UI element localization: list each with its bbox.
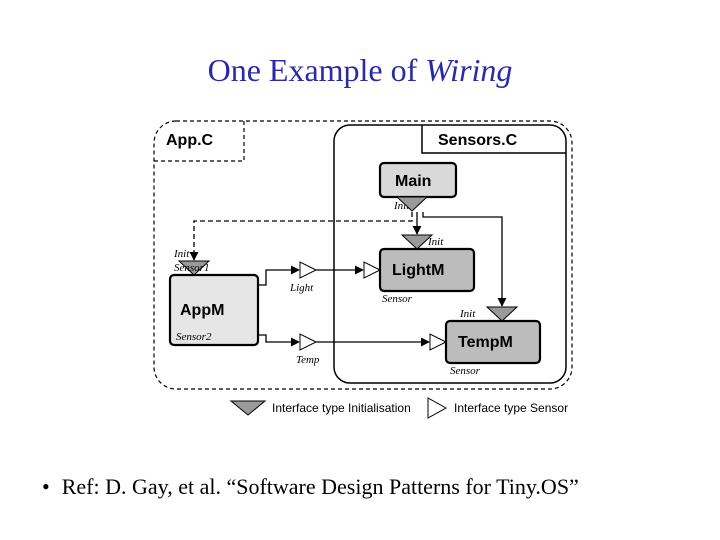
lightm-sensor-label: Sensor [382, 293, 413, 305]
triangle-init-icon [487, 307, 517, 321]
temp-label: Temp [296, 354, 320, 366]
tempm-label: TempM [458, 334, 513, 351]
appc-label: App.C [166, 132, 214, 149]
main-label: Main [395, 173, 431, 190]
tempm-init-label: Init [459, 308, 476, 320]
appm-sensor1-label: Sensor1 [174, 262, 209, 274]
appm-sensor2-label: Sensor2 [176, 331, 212, 343]
light-label: Light [289, 282, 314, 294]
legend-sensor-label: Interface type Sensor [454, 401, 568, 415]
lightm-label: LightM [392, 262, 444, 279]
sensorsc-label: Sensors.C [438, 132, 518, 149]
triangle-sensor-icon [364, 262, 380, 278]
reference-text: Ref: D. Gay, et al. “Software Design Pat… [62, 474, 579, 499]
legend-sensor-icon [428, 398, 446, 418]
title-italic: Wiring [425, 52, 512, 88]
slide-title: One Example of Wiring [0, 52, 720, 89]
triangle-sensor-icon [430, 334, 446, 350]
reference-line: • Ref: D. Gay, et al. “Software Design Pa… [42, 474, 579, 500]
lightm-init-label: Init [427, 236, 444, 248]
legend-init-icon [231, 401, 265, 415]
appm-label: AppM [180, 302, 224, 319]
legend-init-label: Interface type Initialisation [272, 401, 411, 415]
appm-init-label: Init [173, 248, 190, 260]
title-text: One Example of [208, 52, 426, 88]
bullet-icon: • [42, 474, 50, 499]
wiring-diagram: App.C Sensors.C Main Init LightM Sensor … [148, 115, 578, 435]
triangle-sensor-icon [300, 334, 316, 350]
triangle-sensor-icon [300, 262, 316, 278]
wire-appm-sensor2-to-temp [258, 335, 299, 342]
tempm-sensor-label: Sensor [450, 365, 481, 377]
